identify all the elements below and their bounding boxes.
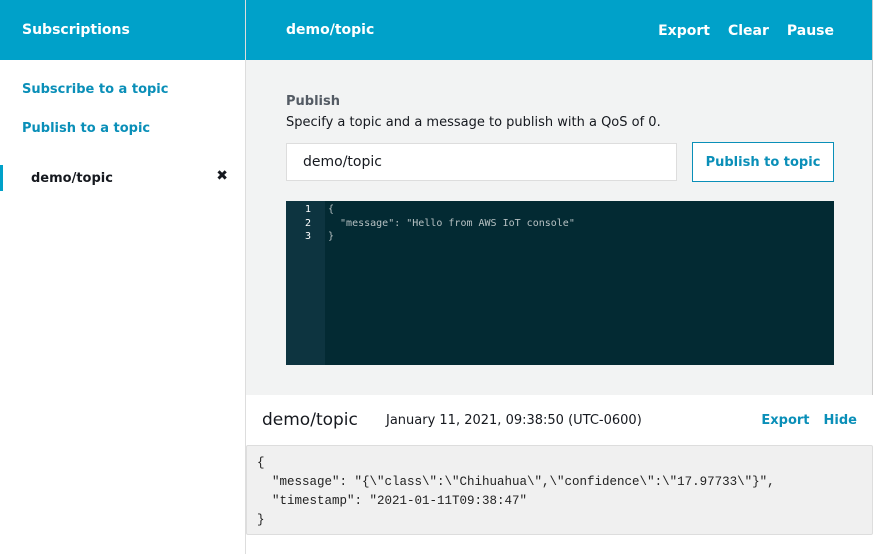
subscription-topic: demo/topic (31, 171, 113, 186)
message-topic: demo/topic (262, 410, 358, 430)
header-topic: demo/topic (286, 22, 375, 38)
message-hide-button[interactable]: Hide (824, 413, 857, 428)
export-button[interactable]: Export (658, 23, 710, 39)
pause-button[interactable]: Pause (787, 23, 834, 39)
message-payload: { "message": "{\"class\":\"Chihuahua\",\… (246, 445, 873, 535)
subscription-item[interactable]: demo/topic ✖ (0, 165, 246, 191)
publish-to-topic-button[interactable]: Publish to topic (692, 142, 834, 182)
sidebar: Subscriptions Subscribe to a topic Publi… (0, 0, 246, 554)
publish-to-topic-link[interactable]: Publish to a topic (22, 121, 150, 136)
publish-label: Publish (286, 94, 340, 109)
line-numbers: 1 2 3 (286, 201, 325, 365)
message-export-button[interactable]: Export (761, 413, 809, 428)
publish-description: Specify a topic and a message to publish… (286, 115, 661, 130)
sidebar-title: Subscriptions (0, 0, 245, 60)
message-timestamp: January 11, 2021, 09:38:50 (UTC-0600) (386, 413, 642, 428)
close-icon[interactable]: ✖ (216, 168, 228, 184)
main-panel: demo/topic Export Clear Pause Publish Sp… (246, 0, 873, 554)
topic-input[interactable] (286, 143, 677, 181)
topic-header: demo/topic Export Clear Pause (246, 0, 872, 60)
editor-code[interactable]: { "message": "Hello from AWS IoT console… (325, 201, 575, 365)
subscribe-to-topic-link[interactable]: Subscribe to a topic (22, 82, 168, 97)
clear-button[interactable]: Clear (728, 23, 769, 39)
message-card: demo/topic January 11, 2021, 09:38:50 (U… (246, 395, 873, 554)
message-editor[interactable]: 1 2 3 { "message": "Hello from AWS IoT c… (286, 201, 834, 365)
